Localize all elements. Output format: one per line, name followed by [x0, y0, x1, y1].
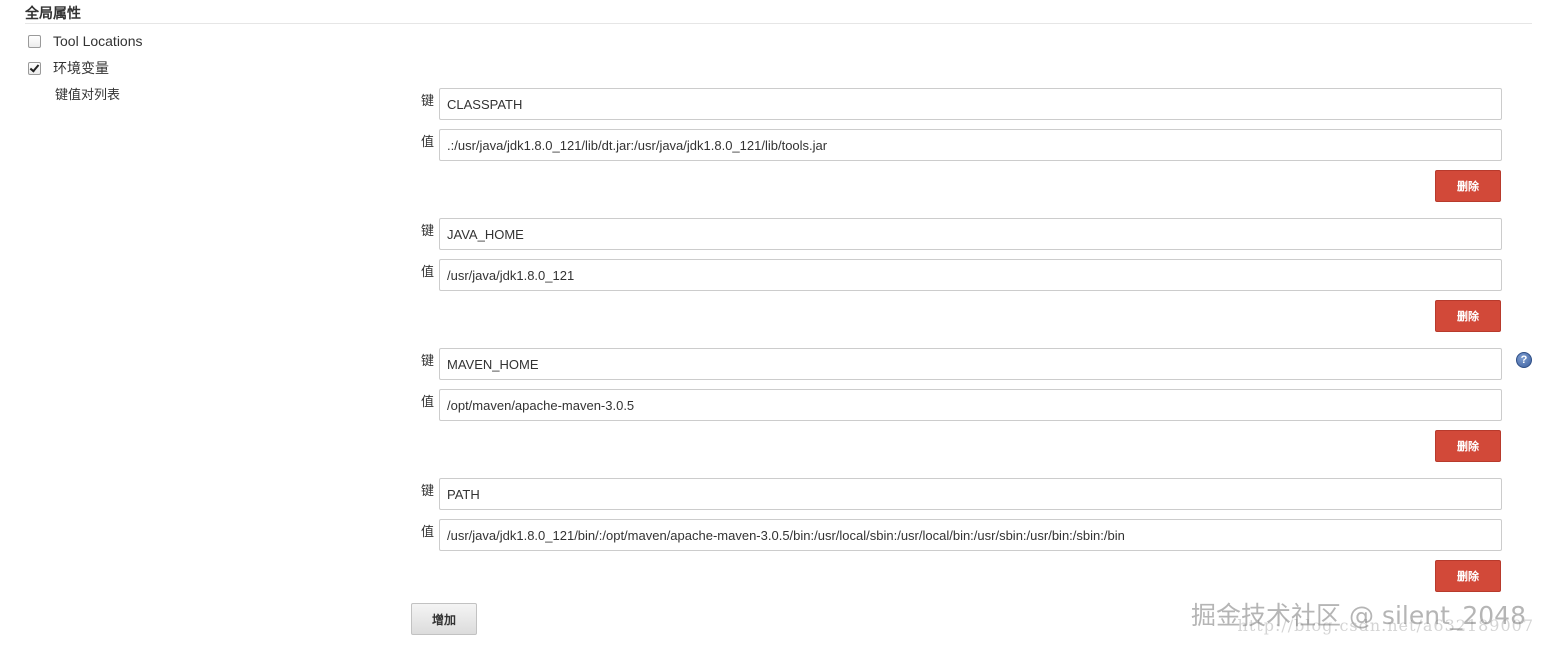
add-button[interactable]: 增加	[411, 603, 477, 635]
help-icon[interactable]: ?	[1516, 352, 1532, 368]
value-input[interactable]: /opt/maven/apache-maven-3.0.5	[439, 389, 1502, 421]
key-label: 键	[421, 483, 435, 498]
section-title: 全局属性	[25, 5, 81, 21]
key-input[interactable]: PATH	[439, 478, 1502, 510]
env-vars-checkbox[interactable]	[28, 61, 41, 75]
value-label: 值	[421, 134, 435, 149]
tool-locations-checkbox[interactable]	[28, 34, 41, 48]
option-env-vars[interactable]: 环境变量	[28, 58, 109, 78]
key-label: 键	[421, 353, 435, 368]
env-vars-label: 环境变量	[53, 60, 109, 76]
delete-button[interactable]: 删除	[1435, 560, 1501, 592]
value-label: 值	[421, 264, 435, 279]
key-input[interactable]: JAVA_HOME	[439, 218, 1502, 250]
value-input[interactable]: /usr/java/jdk1.8.0_121	[439, 259, 1502, 291]
watermark-text: 掘金技术社区 @ silent_2048	[1191, 601, 1526, 630]
value-input[interactable]: /usr/java/jdk1.8.0_121/bin/:/opt/maven/a…	[439, 519, 1502, 551]
value-label: 值	[421, 524, 435, 539]
value-label: 值	[421, 394, 435, 409]
key-input[interactable]: CLASSPATH	[439, 88, 1502, 120]
kv-list-label: 键值对列表	[55, 87, 121, 102]
key-input[interactable]: MAVEN_HOME	[439, 348, 1502, 380]
tool-locations-label: Tool Locations	[53, 33, 143, 49]
delete-button[interactable]: 删除	[1435, 300, 1501, 332]
key-label: 键	[421, 93, 435, 108]
section-divider	[25, 23, 1532, 24]
delete-button[interactable]: 删除	[1435, 170, 1501, 202]
delete-button[interactable]: 删除	[1435, 430, 1501, 462]
option-tool-locations[interactable]: Tool Locations	[28, 33, 143, 49]
key-label: 键	[421, 223, 435, 238]
value-input[interactable]: .:/usr/java/jdk1.8.0_121/lib/dt.jar:/usr…	[439, 129, 1502, 161]
